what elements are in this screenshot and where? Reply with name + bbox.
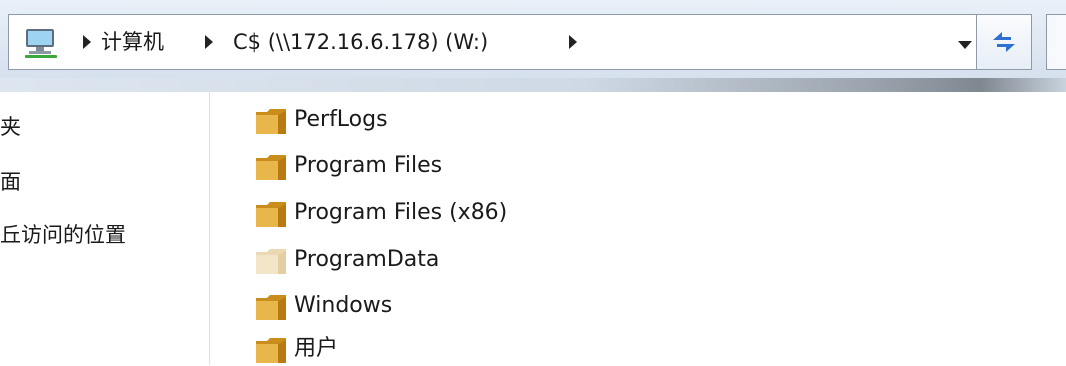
nav-item-desktop[interactable]: 面 (0, 167, 21, 197)
folder-icon (256, 295, 286, 320)
file-list: PerfLogs Program Files Program Files (x8… (210, 92, 1066, 365)
folder-icon (256, 338, 286, 363)
folder-icon (256, 155, 286, 180)
address-bar[interactable]: 计算机 C$ (\\172.16.6.178) (W:) (8, 14, 976, 70)
folder-icon (256, 249, 286, 274)
list-item[interactable]: Windows (254, 289, 674, 323)
list-item[interactable]: Program Files (x86) (254, 196, 674, 230)
list-item[interactable]: PerfLogs (254, 103, 674, 137)
address-history-dropdown[interactable] (954, 33, 976, 55)
navigation-pane: 夹 面 丘访问的位置 (0, 92, 210, 365)
breadcrumb-separator-arrow[interactable] (205, 35, 213, 49)
chevron-down-icon (958, 41, 972, 49)
nav-item-recent-places[interactable]: 丘访问的位置 (0, 220, 126, 250)
folder-icon (256, 202, 286, 227)
toolbar-shadow (0, 78, 1066, 92)
refresh-button[interactable] (976, 14, 1032, 70)
list-item[interactable]: 用户 (254, 332, 674, 366)
file-name: Program Files (294, 153, 443, 178)
file-name: Program Files (x86) (294, 200, 508, 225)
search-box-edge[interactable] (1046, 14, 1066, 70)
breadcrumb-separator-arrow[interactable] (83, 35, 91, 49)
file-name: Windows (294, 293, 393, 318)
address-bar-area: 计算机 C$ (\\172.16.6.178) (W:) (0, 0, 1066, 92)
nav-item-favorites[interactable]: 夹 (0, 112, 21, 142)
network-computer-icon[interactable] (23, 27, 59, 59)
file-name: ProgramData (294, 247, 440, 272)
breadcrumb-drive[interactable]: C$ (\\172.16.6.178) (W:) (233, 27, 488, 57)
refresh-icon (993, 32, 1015, 52)
folder-icon (256, 109, 286, 134)
list-item[interactable]: ProgramData (254, 243, 674, 277)
file-name: PerfLogs (294, 107, 388, 132)
list-item[interactable]: Program Files (254, 149, 674, 183)
file-name: 用户 (294, 336, 339, 361)
breadcrumb-computer[interactable]: 计算机 (101, 27, 164, 57)
breadcrumb-separator-arrow[interactable] (569, 35, 577, 49)
